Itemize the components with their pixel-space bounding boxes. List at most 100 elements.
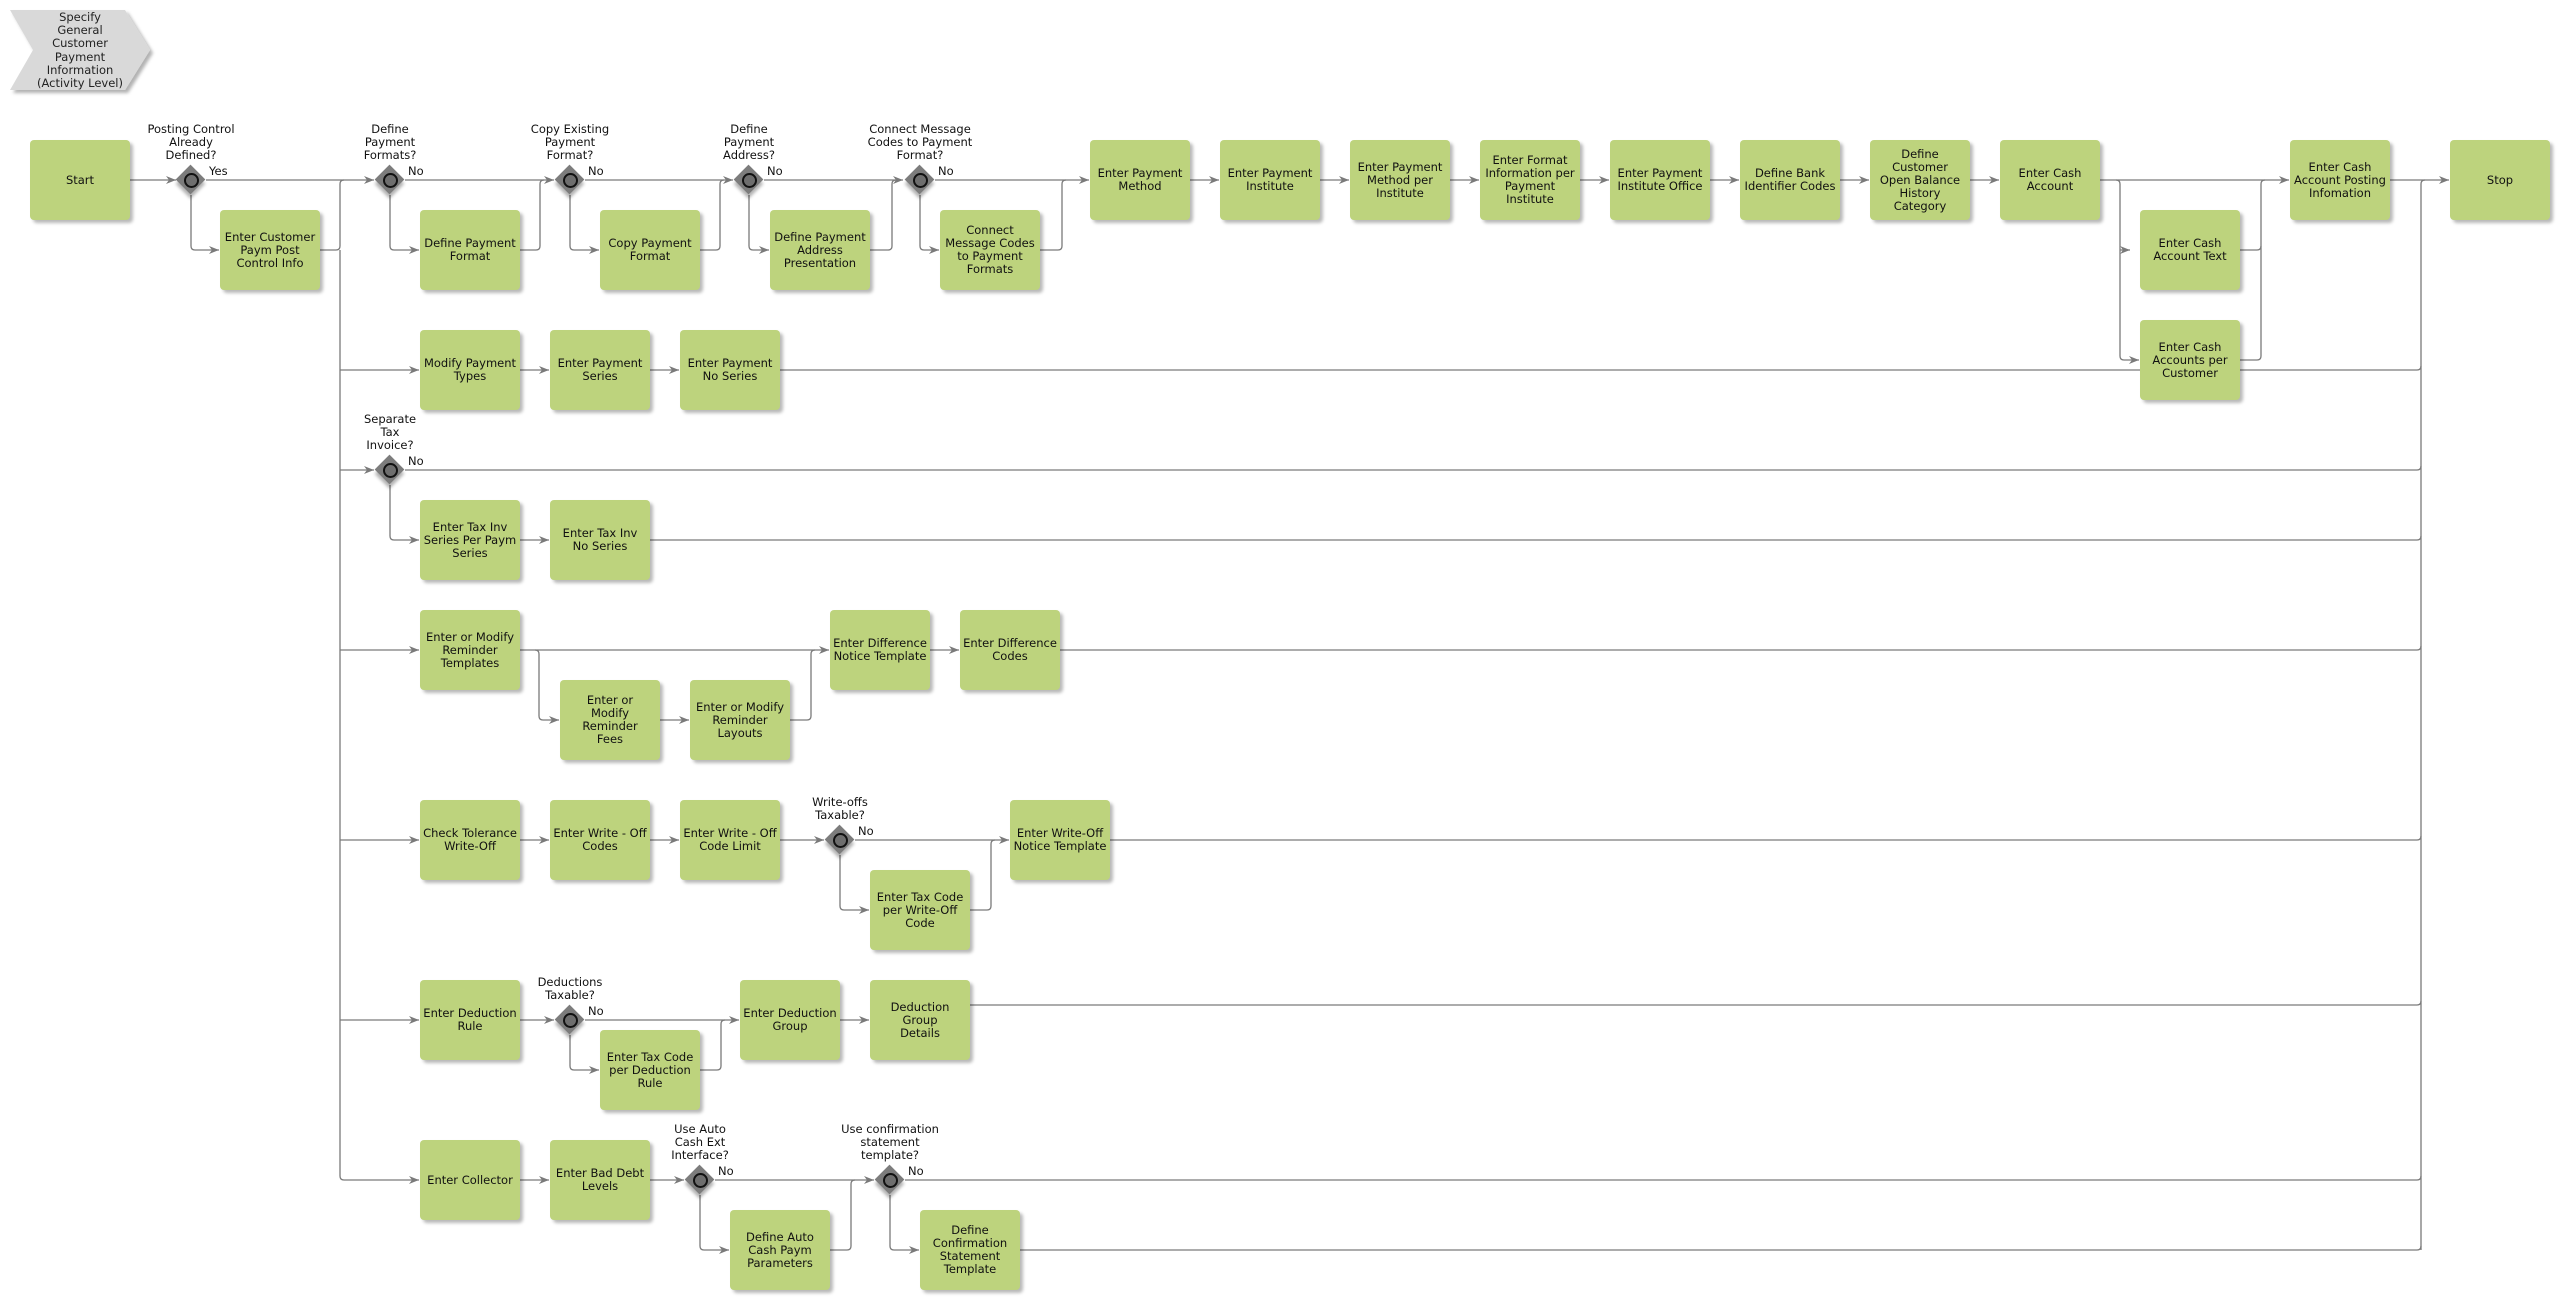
gateway-question: Deductions Taxable? bbox=[510, 976, 630, 1002]
task-label-line: Presentation bbox=[783, 255, 857, 270]
gateway-use-confirmation-template[interactable] bbox=[874, 1164, 905, 1195]
gateway-circle-icon bbox=[913, 173, 928, 188]
task-label-line: Deduction Group bbox=[890, 999, 950, 1027]
task-define-payment-address[interactable]: Define Payment Address Presentation bbox=[770, 210, 870, 290]
task-label-line: Paym Post bbox=[240, 242, 300, 257]
gateway-posting-control[interactable] bbox=[175, 164, 206, 195]
task-label-line: Write-Off bbox=[444, 839, 496, 853]
task-start[interactable]: Start bbox=[30, 140, 130, 220]
task-enter-tax-inv-no-series[interactable]: Enter Tax Inv No Series bbox=[550, 500, 650, 580]
gateway-question-line: Address? bbox=[723, 148, 775, 162]
connector bbox=[190, 195, 219, 254]
gateway-use-auto-cash[interactable] bbox=[684, 1164, 715, 1195]
task-label-line: Stop bbox=[2486, 172, 2514, 187]
connector bbox=[700, 179, 725, 251]
gateway-outcome-label: No bbox=[588, 1004, 604, 1018]
task-enter-payment-institute-office[interactable]: Enter Payment Institute Office bbox=[1610, 140, 1710, 220]
task-enter-payment-no-series[interactable]: Enter Payment No Series bbox=[680, 330, 780, 410]
task-label-line: Enter Tax Code bbox=[876, 889, 964, 904]
task-label-line: Method per bbox=[1367, 172, 1433, 187]
task-label-line: Notice Template bbox=[833, 649, 927, 663]
task-define-payment-format[interactable]: Define Payment Format bbox=[420, 210, 520, 290]
task-label-line: Templates bbox=[440, 655, 500, 670]
task-label-line: Format bbox=[629, 249, 671, 263]
task-enter-payment-institute[interactable]: Enter Payment Institute bbox=[1220, 140, 1320, 220]
task-modify-payment-types[interactable]: Modify Payment Types bbox=[420, 330, 520, 410]
task-enter-modify-reminder-templates[interactable]: Enter or Modify Reminder Templates bbox=[420, 610, 520, 690]
task-enter-bad-debt-levels[interactable]: Enter Bad Debt Levels bbox=[550, 1140, 650, 1220]
gateway-circle-icon bbox=[184, 173, 199, 188]
task-enter-payment-method[interactable]: Enter Payment Method bbox=[1090, 140, 1190, 220]
task-enter-difference-codes[interactable]: Enter Difference Codes bbox=[960, 610, 1060, 690]
task-define-confirmation-statement[interactable]: Define Confirmation Statement Template bbox=[920, 1210, 1020, 1290]
task-define-auto-cash-paym[interactable]: Define Auto Cash Paym Parameters bbox=[730, 1210, 830, 1290]
task-enter-deduction-rule[interactable]: Enter Deduction Rule bbox=[420, 980, 520, 1060]
task-define-customer-open-balance[interactable]: Define Customer Open Balance History Categor… bbox=[1870, 140, 1970, 220]
gateway-question: Use confirmation statement template? bbox=[830, 1123, 950, 1162]
task-label-line: Series bbox=[452, 545, 488, 560]
connector bbox=[2115, 179, 2139, 360]
task-label-line: Identifier Codes bbox=[1744, 179, 1836, 193]
task-enter-write-off-codes[interactable]: Enter Write - Off Codes bbox=[550, 800, 650, 880]
task-copy-payment-format[interactable]: Copy Payment Format bbox=[600, 210, 700, 290]
task-label-line: Series bbox=[582, 369, 618, 383]
gateway-question-line: Taxable? bbox=[545, 988, 595, 1002]
task-label-line: Customer bbox=[1892, 159, 1948, 174]
gateway-deductions-taxable[interactable] bbox=[554, 1004, 585, 1035]
connector bbox=[1020, 1245, 2422, 1251]
task-connect-message-codes[interactable]: Connect Message Codes to Payment Formats bbox=[940, 210, 1040, 290]
gateway-copy-existing-format[interactable] bbox=[554, 164, 585, 195]
gateway-write-offs-taxable[interactable] bbox=[824, 824, 855, 855]
task-label-line: No Series bbox=[572, 539, 628, 553]
connector bbox=[889, 1195, 919, 1254]
task-label-line: Open Balance bbox=[1879, 172, 1961, 187]
task-label-line: Account bbox=[2026, 179, 2074, 193]
gateway-define-payment-address-q[interactable] bbox=[733, 164, 764, 195]
task-label-line: Parameters bbox=[747, 1255, 813, 1270]
task-enter-write-off-notice-template[interactable]: Enter Write-Off Notice Template bbox=[1010, 800, 1110, 880]
task-label-line: Enter Cash bbox=[2158, 339, 2222, 354]
task-enter-modify-reminder-layouts[interactable]: Enter or Modify Reminder Layouts bbox=[690, 680, 790, 760]
task-label-line: Define bbox=[1901, 146, 1939, 161]
task-label-line: Enter Customer bbox=[224, 229, 316, 244]
task-label-line: Code Limit bbox=[699, 839, 761, 853]
task-enter-customer-paym-post[interactable]: Enter Customer Paym Post Control Info bbox=[220, 210, 320, 290]
task-stop[interactable]: Stop bbox=[2450, 140, 2550, 220]
task-enter-tax-inv-series[interactable]: Enter Tax Inv Series Per Paym Series bbox=[420, 500, 520, 580]
gateway-define-payment-formats[interactable] bbox=[374, 164, 405, 195]
connector bbox=[405, 465, 2422, 471]
connector bbox=[569, 1035, 599, 1074]
task-enter-format-info[interactable]: Enter Format Information per Payment Instit… bbox=[1480, 140, 1580, 220]
connector bbox=[2240, 179, 2266, 251]
connector bbox=[870, 179, 897, 251]
connector bbox=[339, 250, 419, 1184]
task-deduction-group-details[interactable]: Deduction Group Details bbox=[870, 980, 970, 1060]
gateway-separate-tax-invoice[interactable] bbox=[374, 454, 405, 485]
task-enter-cash-account[interactable]: Enter Cash Account bbox=[2000, 140, 2100, 220]
task-enter-modify-reminder-fees[interactable]: Enter or Modify Reminder Fees bbox=[560, 680, 660, 760]
gateway-connect-message-codes-q[interactable] bbox=[904, 164, 935, 195]
task-enter-difference-notice-template[interactable]: Enter Difference Notice Template bbox=[830, 610, 930, 690]
task-enter-tax-code-deduction[interactable]: Enter Tax Code per Deduction Rule bbox=[600, 1030, 700, 1110]
task-label-line: Cash Paym bbox=[748, 1242, 812, 1257]
task-enter-cash-account-posting[interactable]: Enter Cash Account Posting Infomation bbox=[2290, 140, 2390, 220]
gateway-question-line: Format? bbox=[546, 148, 594, 162]
task-enter-cash-accounts-per-customer[interactable]: Enter Cash Accounts per Customer bbox=[2140, 320, 2240, 400]
task-enter-payment-method-per-institute[interactable]: Enter Payment Method per Institute bbox=[1350, 140, 1450, 220]
gateway-question: Separate Tax Invoice? bbox=[330, 413, 450, 452]
task-enter-write-off-code-limit[interactable]: Enter Write - Off Code Limit bbox=[680, 800, 780, 880]
task-label-line: Infomation bbox=[2308, 185, 2372, 200]
gateway-outcome-label: No bbox=[408, 454, 424, 468]
task-label-line: Enter Collector bbox=[427, 1172, 513, 1187]
task-enter-payment-series[interactable]: Enter Payment Series bbox=[550, 330, 650, 410]
task-enter-collector[interactable]: Enter Collector bbox=[420, 1140, 520, 1220]
task-label-line: Account Posting bbox=[2294, 172, 2386, 187]
task-label-line: Institute Office bbox=[1617, 179, 1703, 193]
task-enter-deduction-group[interactable]: Enter Deduction Group bbox=[740, 980, 840, 1060]
gateway-question: Define Payment Address? bbox=[689, 123, 809, 162]
task-label-line: Codes bbox=[992, 649, 1028, 663]
task-enter-tax-code-write-off[interactable]: Enter Tax Code per Write-Off Code bbox=[870, 870, 970, 950]
task-enter-cash-account-text[interactable]: Enter Cash Account Text bbox=[2140, 210, 2240, 290]
task-define-bank-identifier[interactable]: Define Bank Identifier Codes bbox=[1740, 140, 1840, 220]
task-check-tolerance-write-off[interactable]: Check Tolerance Write-Off bbox=[420, 800, 520, 880]
